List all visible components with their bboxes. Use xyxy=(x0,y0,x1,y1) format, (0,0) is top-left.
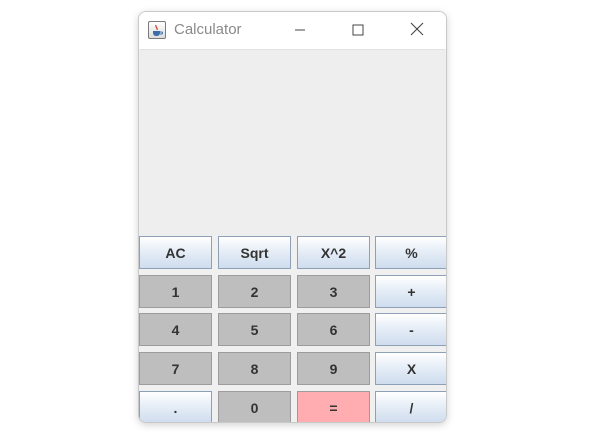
calculator-window: Calculator AC Sqrt X^2 % 1 2 3 + 4 5 6 -… xyxy=(138,11,447,423)
close-button[interactable] xyxy=(394,12,440,49)
digit-4-button[interactable]: 4 xyxy=(139,313,212,346)
percent-button[interactable]: % xyxy=(375,236,446,269)
maximize-button[interactable] xyxy=(335,12,381,49)
digit-5-button[interactable]: 5 xyxy=(218,313,291,346)
equals-button[interactable]: = xyxy=(297,391,370,422)
digit-6-button[interactable]: 6 xyxy=(297,313,370,346)
minimize-icon xyxy=(294,21,306,40)
multiply-button[interactable]: X xyxy=(375,352,446,385)
maximize-icon xyxy=(352,21,364,40)
window-title: Calculator xyxy=(174,21,242,38)
digit-9-button[interactable]: 9 xyxy=(297,352,370,385)
digit-0-button[interactable]: 0 xyxy=(218,391,291,422)
digit-8-button[interactable]: 8 xyxy=(218,352,291,385)
title-bar[interactable]: Calculator xyxy=(139,12,446,49)
java-cup-icon xyxy=(148,21,166,39)
decimal-point-button[interactable]: . xyxy=(139,391,212,422)
digit-7-button[interactable]: 7 xyxy=(139,352,212,385)
digit-2-button[interactable]: 2 xyxy=(218,275,291,308)
minimize-button[interactable] xyxy=(277,12,323,49)
digit-3-button[interactable]: 3 xyxy=(297,275,370,308)
minus-button[interactable]: - xyxy=(375,313,446,346)
divide-button[interactable]: / xyxy=(375,391,446,422)
sqrt-button[interactable]: Sqrt xyxy=(218,236,291,269)
keypad: AC Sqrt X^2 % 1 2 3 + 4 5 6 - 7 8 9 X . … xyxy=(139,236,446,422)
close-icon xyxy=(410,21,424,40)
plus-button[interactable]: + xyxy=(375,275,446,308)
square-button[interactable]: X^2 xyxy=(297,236,370,269)
calculator-display xyxy=(140,49,445,236)
ac-button[interactable]: AC xyxy=(139,236,212,269)
digit-1-button[interactable]: 1 xyxy=(139,275,212,308)
